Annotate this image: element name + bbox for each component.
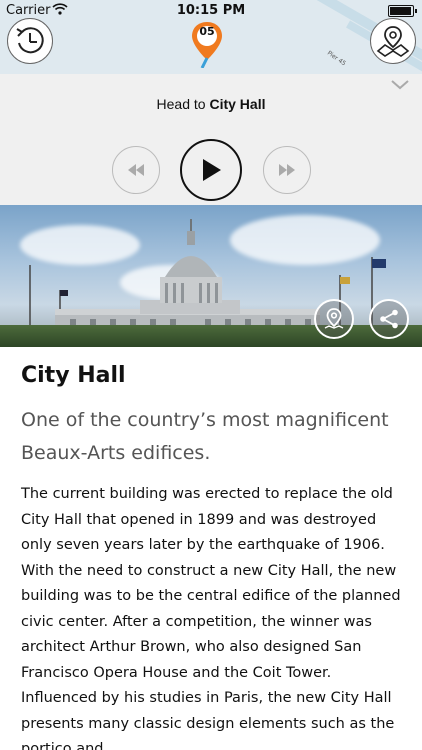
instruction-target: City Hall (209, 96, 266, 112)
instruction-prefix: Head to (156, 96, 206, 112)
fast-forward-icon (279, 164, 295, 176)
history-button[interactable] (7, 18, 53, 64)
tour-stop-number: 05 (199, 25, 215, 38)
play-button[interactable] (180, 139, 242, 201)
clock-time: 10:15 PM (176, 3, 246, 18)
status-bar: Carrier 10:15 PM (0, 0, 422, 22)
places-button[interactable] (370, 18, 416, 64)
share-button[interactable] (369, 299, 409, 339)
chevron-down-icon[interactable] (390, 79, 410, 91)
article-body: The current building was erected to repl… (21, 486, 401, 750)
navigation-instruction: Head to City Hall (0, 96, 422, 112)
map-pin-icon (324, 308, 344, 329)
article-lede: One of the country’s most magnificent Be… (21, 409, 389, 464)
rewind-icon (128, 164, 144, 176)
article-title: City Hall (21, 363, 126, 388)
pier-label: Pier 45 (325, 49, 347, 68)
rewind-button[interactable] (112, 146, 160, 194)
play-icon (203, 159, 221, 181)
battery-fill (390, 7, 411, 15)
show-on-map-button[interactable] (314, 299, 354, 339)
trees (0, 325, 422, 347)
clock-icon (16, 27, 44, 54)
article-content: City Hall One of the country’s most magn… (21, 362, 401, 750)
city-hall-photo (0, 205, 422, 347)
places-icon (376, 26, 410, 57)
audio-player-panel: Head to City Hall (0, 74, 422, 205)
tour-stop-pin[interactable]: 05 (190, 20, 224, 69)
share-icon (380, 309, 398, 329)
fast-forward-button[interactable] (263, 146, 311, 194)
battery-icon (388, 5, 417, 17)
